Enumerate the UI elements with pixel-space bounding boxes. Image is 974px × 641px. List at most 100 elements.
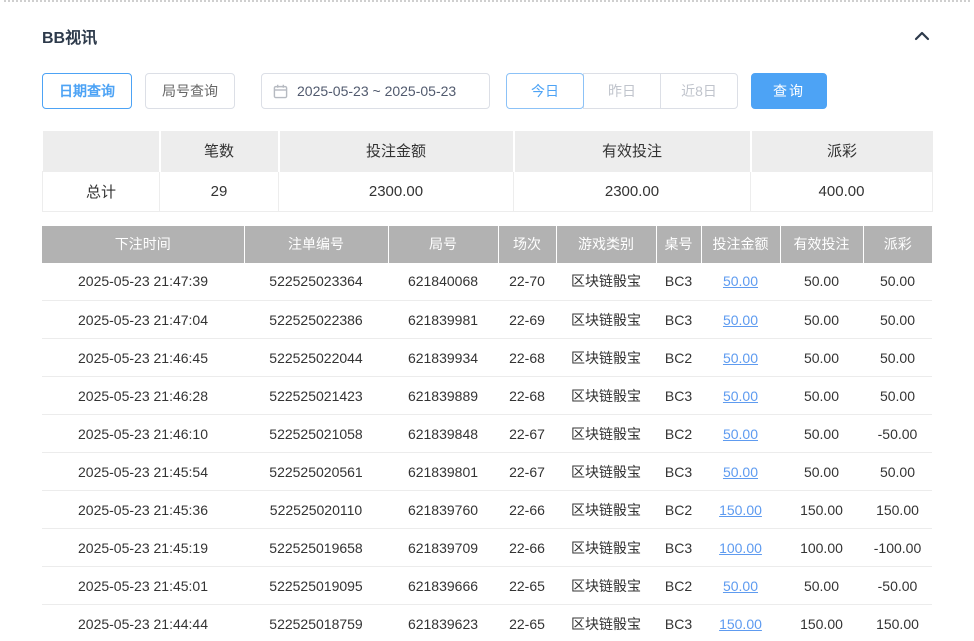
- game-type-cell: 区块链骰宝: [556, 491, 656, 529]
- session-cell: 22-68: [498, 339, 556, 377]
- table-row: 2025-05-23 21:45:36522525020110621839760…: [42, 491, 932, 529]
- page-title: BB视讯: [42, 24, 97, 48]
- bets-header-cell: 注单编号: [244, 226, 388, 263]
- session-cell: 22-67: [498, 453, 556, 491]
- bet-amount-link[interactable]: 50.00: [723, 426, 758, 442]
- quick-range-button[interactable]: 今日: [506, 73, 584, 109]
- game-type-cell: 区块链骰宝: [556, 301, 656, 339]
- bet-amount-cell: 50.00: [701, 339, 780, 377]
- bet-amount-link[interactable]: 50.00: [723, 388, 758, 404]
- table-row: 2025-05-23 21:46:45522525022044621839934…: [42, 339, 932, 377]
- table-row: 2025-05-23 21:47:39522525023364621840068…: [42, 263, 932, 301]
- round-number-cell: 621839666: [388, 567, 498, 605]
- bet-id-cell: 522525019095: [244, 567, 388, 605]
- valid-bet-cell: 50.00: [780, 301, 863, 339]
- filter-bar: 日期查询 局号查询 2025-05-23 ~ 2025-05-23 今日昨日近8…: [42, 73, 932, 109]
- table-number-cell: BC2: [656, 339, 701, 377]
- summary-header-cell: 笔数: [160, 131, 279, 171]
- round-number-cell: 621839801: [388, 453, 498, 491]
- bet-id-cell: 522525019658: [244, 529, 388, 567]
- bet-amount-cell: 50.00: [701, 263, 780, 301]
- session-cell: 22-70: [498, 263, 556, 301]
- bet-amount-link[interactable]: 150.00: [719, 502, 762, 518]
- summary-header-cell: 派彩: [751, 131, 933, 171]
- bet-time-cell: 2025-05-23 21:45:36: [42, 491, 244, 529]
- bet-amount-link[interactable]: 50.00: [723, 578, 758, 594]
- bet-amount-link[interactable]: 50.00: [723, 464, 758, 480]
- valid-bet-cell: 50.00: [780, 453, 863, 491]
- payout-cell: 50.00: [863, 301, 932, 339]
- table-number-cell: BC2: [656, 567, 701, 605]
- bet-amount-link[interactable]: 50.00: [723, 312, 758, 328]
- bet-time-cell: 2025-05-23 21:46:45: [42, 339, 244, 377]
- collapse-chevron-up-icon[interactable]: [912, 29, 932, 43]
- payout-cell: 50.00: [863, 453, 932, 491]
- table-row: 2025-05-23 21:47:04522525022386621839981…: [42, 301, 932, 339]
- bet-amount-link[interactable]: 50.00: [723, 350, 758, 366]
- date-range-input[interactable]: 2025-05-23 ~ 2025-05-23: [261, 73, 490, 109]
- bets-table: 下注时间注单编号局号场次游戏类别桌号投注金额有效投注派彩 2025-05-23 …: [42, 226, 932, 641]
- bet-amount-cell: 50.00: [701, 567, 780, 605]
- round-number-cell: 621839623: [388, 605, 498, 641]
- game-type-cell: 区块链骰宝: [556, 529, 656, 567]
- bet-time-cell: 2025-05-23 21:47:04: [42, 301, 244, 339]
- payout-cell: -50.00: [863, 567, 932, 605]
- bet-amount-link[interactable]: 50.00: [723, 273, 758, 289]
- table-number-cell: BC3: [656, 301, 701, 339]
- quick-range-button[interactable]: 近8日: [660, 73, 738, 109]
- summary-header-cell: 投注金额: [279, 131, 514, 171]
- bet-time-cell: 2025-05-23 21:45:19: [42, 529, 244, 567]
- game-type-cell: 区块链骰宝: [556, 339, 656, 377]
- top-divider: [4, 0, 970, 2]
- summary-body-row: 总计292300.002300.00400.00: [43, 171, 933, 211]
- table-row: 2025-05-23 21:46:28522525021423621839889…: [42, 377, 932, 415]
- bet-id-cell: 522525020561: [244, 453, 388, 491]
- bets-header-cell: 桌号: [656, 226, 701, 263]
- search-button[interactable]: 查询: [751, 73, 827, 109]
- bets-header-cell: 有效投注: [780, 226, 863, 263]
- session-cell: 22-66: [498, 529, 556, 567]
- table-row: 2025-05-23 21:45:01522525019095621839666…: [42, 567, 932, 605]
- table-row: 2025-05-23 21:44:44522525018759621839623…: [42, 605, 932, 641]
- quick-range-group: 今日昨日近8日: [506, 73, 738, 109]
- bet-id-cell: 522525018759: [244, 605, 388, 641]
- session-cell: 22-65: [498, 567, 556, 605]
- valid-bet-cell: 150.00: [780, 491, 863, 529]
- table-row: 2025-05-23 21:46:10522525021058621839848…: [42, 415, 932, 453]
- calendar-icon: [273, 84, 288, 99]
- bet-amount-link[interactable]: 150.00: [719, 616, 762, 632]
- bet-amount-cell: 150.00: [701, 605, 780, 641]
- valid-bet-cell: 50.00: [780, 339, 863, 377]
- payout-cell: -50.00: [863, 415, 932, 453]
- table-number-cell: BC3: [656, 529, 701, 567]
- game-type-cell: 区块链骰宝: [556, 567, 656, 605]
- date-query-tab[interactable]: 日期查询: [42, 73, 132, 109]
- date-range-value: 2025-05-23 ~ 2025-05-23: [297, 83, 456, 99]
- summary-value-cell: 总计: [43, 171, 160, 211]
- valid-bet-cell: 50.00: [780, 567, 863, 605]
- payout-cell: 150.00: [863, 491, 932, 529]
- session-cell: 22-66: [498, 491, 556, 529]
- bet-time-cell: 2025-05-23 21:46:28: [42, 377, 244, 415]
- bet-amount-link[interactable]: 100.00: [719, 540, 762, 556]
- table-number-cell: BC2: [656, 491, 701, 529]
- bet-amount-cell: 100.00: [701, 529, 780, 567]
- bet-time-cell: 2025-05-23 21:47:39: [42, 263, 244, 301]
- bet-amount-cell: 50.00: [701, 377, 780, 415]
- table-number-cell: BC3: [656, 453, 701, 491]
- table-number-cell: BC3: [656, 263, 701, 301]
- round-query-tab[interactable]: 局号查询: [145, 73, 235, 109]
- bet-id-cell: 522525023364: [244, 263, 388, 301]
- round-number-cell: 621839934: [388, 339, 498, 377]
- payout-cell: 50.00: [863, 263, 932, 301]
- summary-header-row: 笔数投注金额有效投注派彩: [43, 131, 933, 171]
- round-number-cell: 621839709: [388, 529, 498, 567]
- valid-bet-cell: 100.00: [780, 529, 863, 567]
- summary-value-cell: 29: [160, 171, 279, 211]
- valid-bet-cell: 50.00: [780, 263, 863, 301]
- quick-range-button[interactable]: 昨日: [583, 73, 661, 109]
- summary-table: 笔数投注金额有效投注派彩 总计292300.002300.00400.00: [42, 131, 933, 212]
- table-number-cell: BC3: [656, 377, 701, 415]
- summary-value-cell: 2300.00: [279, 171, 514, 211]
- valid-bet-cell: 50.00: [780, 415, 863, 453]
